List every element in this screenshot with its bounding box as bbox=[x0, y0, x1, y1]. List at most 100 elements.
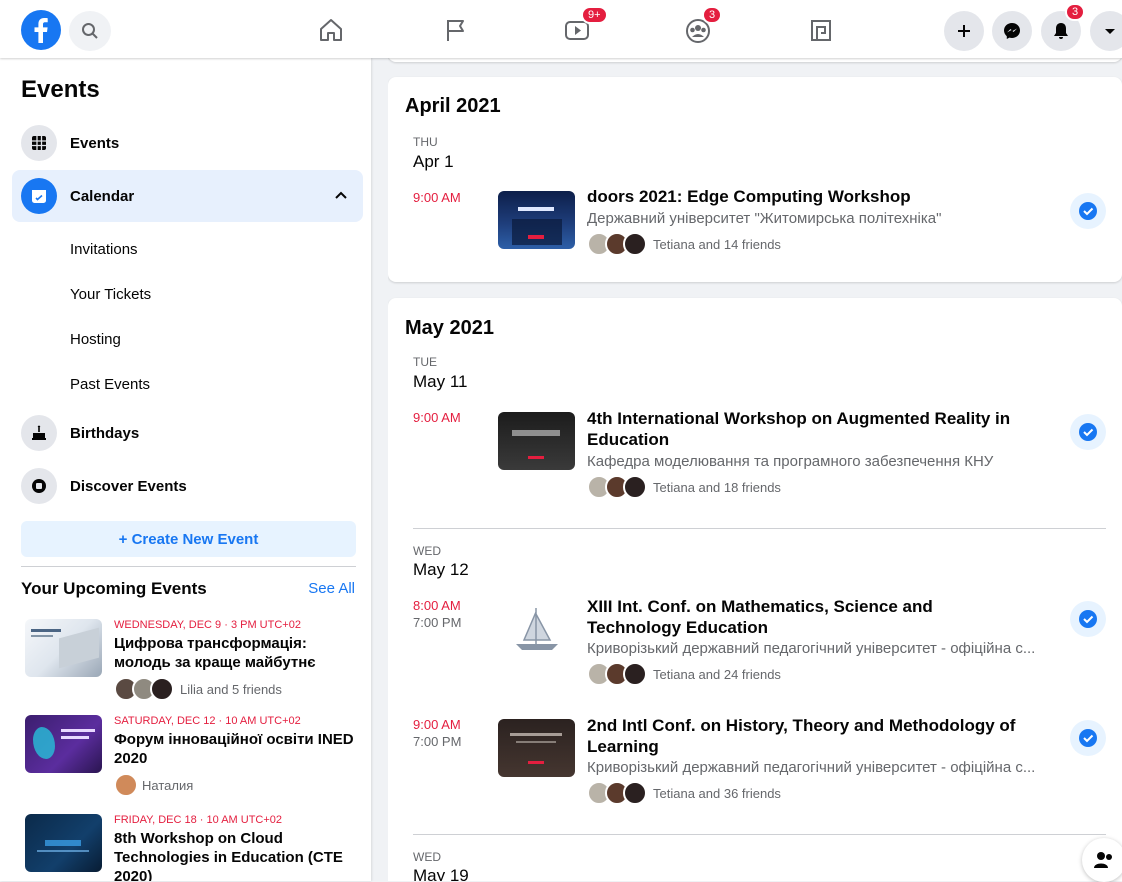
sidebar-item-label: Calendar bbox=[70, 187, 135, 205]
event-name[interactable]: Форум інноваційної освіти INED 2020 bbox=[114, 730, 354, 768]
day-of-week: THU bbox=[413, 135, 438, 149]
event-friends: Tetiana and 18 friends bbox=[587, 475, 781, 499]
avatar bbox=[623, 662, 647, 686]
sidebar-item-discover-events[interactable]: Discover Events bbox=[12, 460, 363, 512]
sidebar-subitem-hosting[interactable]: Hosting bbox=[70, 331, 121, 348]
groups-tab[interactable]: 3 bbox=[680, 6, 723, 48]
chevron-up-icon[interactable] bbox=[333, 188, 349, 204]
notifications-button[interactable]: 3 bbox=[1041, 3, 1086, 51]
sidebar-subitem-past-events[interactable]: Past Events bbox=[70, 376, 150, 393]
facebook-logo-icon[interactable] bbox=[21, 10, 61, 50]
event-thumbnail[interactable] bbox=[498, 191, 575, 249]
avatar bbox=[623, 232, 647, 256]
day-date: Apr 1 bbox=[413, 152, 454, 171]
upcoming-event-item[interactable]: WEDNESDAY, DEC 9 · 3 PM UTC+02 Цифрова т… bbox=[25, 619, 365, 709]
contacts-icon bbox=[1094, 852, 1112, 868]
see-all-link[interactable]: See All bbox=[308, 580, 355, 597]
avatar bbox=[114, 773, 138, 797]
sidebar-subitem-your-tickets[interactable]: Your Tickets bbox=[70, 286, 151, 303]
going-button[interactable] bbox=[1070, 414, 1106, 450]
event-name[interactable]: doors 2021: Edge Computing Workshop bbox=[587, 186, 1027, 207]
upcoming-event-item[interactable]: FRIDAY, DEC 18 · 10 AM UTC+02 8th Worksh… bbox=[25, 814, 365, 881]
day-date: May 11 bbox=[413, 372, 468, 391]
create-new-event-button[interactable]: + Create New Event bbox=[21, 521, 356, 557]
sidebar-subitem-invitations[interactable]: Invitations bbox=[70, 241, 138, 258]
sidebar-item-label: Events bbox=[70, 134, 120, 152]
going-button[interactable] bbox=[1070, 193, 1106, 229]
avatar bbox=[150, 677, 174, 701]
day-divider bbox=[413, 834, 1106, 835]
month-heading: May 2021 bbox=[405, 317, 494, 339]
going-button[interactable] bbox=[1070, 720, 1106, 756]
upcoming-event-item[interactable]: SATURDAY, DEC 12 · 10 AM UTC+02 Форум ін… bbox=[25, 715, 365, 805]
check-circle-icon bbox=[1079, 610, 1097, 628]
top-navigation-bar: 9+ 3 3 bbox=[0, 0, 1122, 58]
event-host[interactable]: Державний університет "Житомирська політ… bbox=[587, 210, 1057, 227]
event-time: 8:00 AM bbox=[413, 598, 461, 613]
day-date: May 12 bbox=[413, 560, 469, 579]
watch-tab[interactable]: 9+ bbox=[559, 6, 608, 48]
friends-text: Наталия bbox=[142, 777, 194, 793]
messenger-button[interactable] bbox=[992, 11, 1032, 51]
event-friends: Наталия bbox=[114, 773, 193, 797]
home-icon bbox=[320, 19, 342, 41]
pages-tab[interactable] bbox=[437, 12, 473, 48]
event-time: 9:00 AM bbox=[413, 190, 461, 205]
check-circle-icon bbox=[1079, 202, 1097, 220]
friends-text: Lilia and 5 friends bbox=[180, 681, 282, 697]
events-icon bbox=[21, 125, 57, 161]
event-host[interactable]: Криворізький державний педагогічний унів… bbox=[587, 640, 1057, 657]
gaming-icon bbox=[811, 20, 831, 41]
event-time: 9:00 AM bbox=[413, 717, 461, 732]
check-circle-icon bbox=[1079, 729, 1097, 747]
account-menu-button[interactable] bbox=[1090, 11, 1122, 51]
search-button[interactable] bbox=[69, 11, 111, 51]
sidebar-item-birthdays[interactable]: Birthdays bbox=[12, 407, 363, 459]
upcoming-events-title: Your Upcoming Events bbox=[21, 579, 207, 598]
contacts-button[interactable] bbox=[1082, 838, 1122, 882]
event-thumbnail[interactable] bbox=[498, 600, 575, 658]
sidebar-title: Events bbox=[21, 76, 100, 103]
sidebar-item-label: Birthdays bbox=[70, 424, 140, 442]
event-friends: Tetiana and 24 friends bbox=[587, 662, 781, 686]
caret-down-icon bbox=[1105, 29, 1115, 34]
event-name[interactable]: Цифрова трансформація: молодь за краще м… bbox=[114, 634, 354, 672]
month-card-may: May 2021 TUE May 11 9:00 AM 4th Internat… bbox=[388, 298, 1122, 881]
sidebar-divider bbox=[21, 566, 356, 567]
event-name[interactable]: XIII Int. Conf. on Mathematics, Science … bbox=[587, 596, 1027, 638]
birthday-cake-icon bbox=[21, 415, 57, 451]
notifications-badge: 3 bbox=[1065, 3, 1086, 21]
friends-text: Tetiana and 18 friends bbox=[653, 479, 781, 495]
event-friends: Tetiana and 36 friends bbox=[587, 781, 781, 805]
groups-badge: 3 bbox=[702, 6, 723, 24]
home-tab[interactable] bbox=[313, 12, 349, 48]
friends-text: Tetiana and 14 friends bbox=[653, 236, 781, 252]
event-date: WEDNESDAY, DEC 9 · 3 PM UTC+02 bbox=[114, 619, 301, 631]
event-time: 9:00 AM bbox=[413, 410, 461, 425]
gaming-tab[interactable] bbox=[803, 12, 839, 48]
going-button[interactable] bbox=[1070, 601, 1106, 637]
event-thumbnail[interactable] bbox=[498, 412, 575, 470]
friends-text: Tetiana and 24 friends bbox=[653, 666, 781, 682]
month-card-april: April 2021 THU Apr 1 9:00 AM doors 2021:… bbox=[388, 77, 1122, 282]
event-host[interactable]: Кафедра моделювання та програмного забез… bbox=[587, 453, 1057, 470]
avatar bbox=[623, 475, 647, 499]
sidebar-item-calendar[interactable]: Calendar bbox=[12, 170, 363, 222]
event-name[interactable]: 2nd Intl Conf. on History, Theory and Me… bbox=[587, 715, 1027, 757]
create-button[interactable] bbox=[944, 11, 984, 51]
plus-icon bbox=[958, 25, 970, 37]
sidebar-item-events[interactable]: Events bbox=[12, 117, 363, 169]
flag-icon bbox=[447, 20, 464, 41]
event-thumbnail[interactable] bbox=[498, 719, 575, 777]
previous-month-card bbox=[388, 58, 1122, 62]
watch-badge: 9+ bbox=[581, 6, 608, 24]
event-host[interactable]: Криворізький державний педагогічний унів… bbox=[587, 759, 1057, 776]
calendar-icon bbox=[21, 178, 57, 214]
event-name[interactable]: 4th International Workshop on Augmented … bbox=[587, 408, 1027, 450]
event-friends: Lilia and 5 friends bbox=[114, 677, 282, 701]
day-divider bbox=[413, 528, 1106, 529]
event-end-time: 7:00 PM bbox=[413, 734, 462, 749]
event-thumbnail bbox=[25, 814, 102, 872]
event-name[interactable]: 8th Workshop on Cloud Technologies in Ed… bbox=[114, 829, 354, 881]
event-thumbnail bbox=[25, 715, 102, 773]
